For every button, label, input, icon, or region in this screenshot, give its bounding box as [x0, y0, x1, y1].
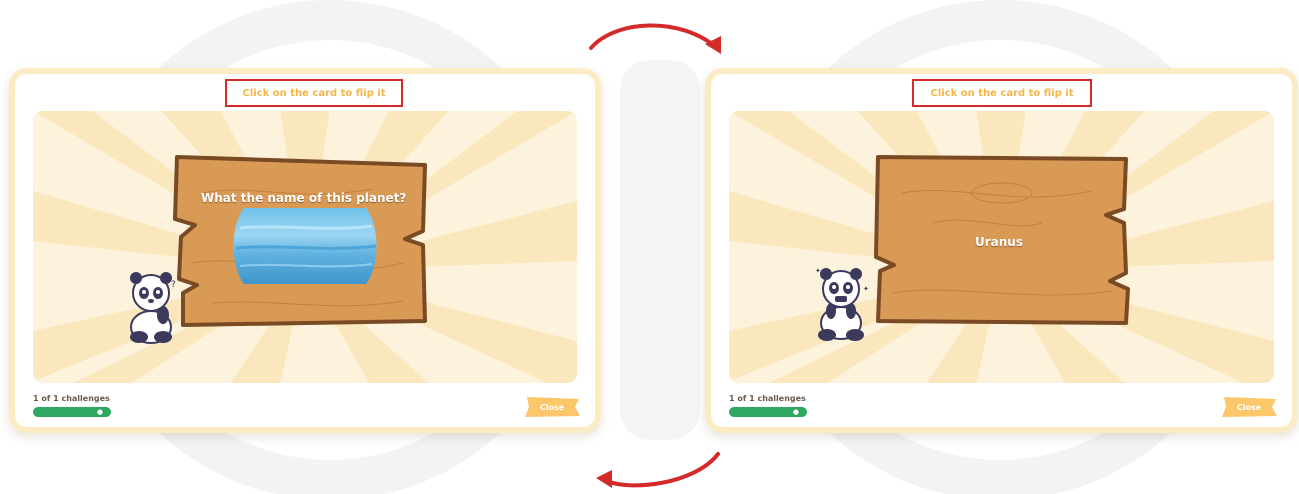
flip-back-arrow-icon	[596, 452, 720, 488]
happy-panda-mascot: ✦ ✦	[815, 267, 869, 341]
svg-text:?: ?	[171, 280, 176, 290]
card-answer: Uranus	[975, 235, 1023, 249]
flip-instruction: Click on the card to flip it	[225, 79, 403, 107]
card-stage: What the name of this planet? ?	[33, 111, 577, 383]
uranus-image	[233, 208, 377, 284]
card-stage: Uranus ✦ ✦	[729, 111, 1274, 383]
thinking-panda-mascot: ?	[130, 272, 176, 344]
svg-text:✦: ✦	[815, 267, 821, 275]
close-button[interactable]: Close	[523, 396, 581, 418]
close-button-label: Close	[539, 402, 565, 412]
close-button-label: Close	[1236, 402, 1262, 412]
paw-icon: ●	[792, 408, 799, 416]
flip-instruction: Click on the card to flip it	[912, 79, 1092, 107]
close-button[interactable]: Close	[1220, 396, 1278, 418]
challenge-progress-bar: ●	[729, 407, 807, 417]
challenge-progress-text: 1 of 1 challenges	[33, 394, 110, 403]
paw-icon: ●	[96, 408, 103, 416]
card-question: What the name of this planet?	[201, 191, 407, 205]
svg-text:✦: ✦	[863, 285, 869, 293]
challenge-progress-bar: ●	[33, 407, 111, 417]
challenge-card-back-panel: Click on the card to flip it Uranus ✦ ✦ …	[705, 68, 1298, 433]
challenge-card-front-panel: Click on the card to flip it What the na…	[9, 68, 601, 433]
challenge-progress-text: 1 of 1 challenges	[729, 394, 806, 403]
flip-forward-arrow-icon	[589, 23, 721, 54]
